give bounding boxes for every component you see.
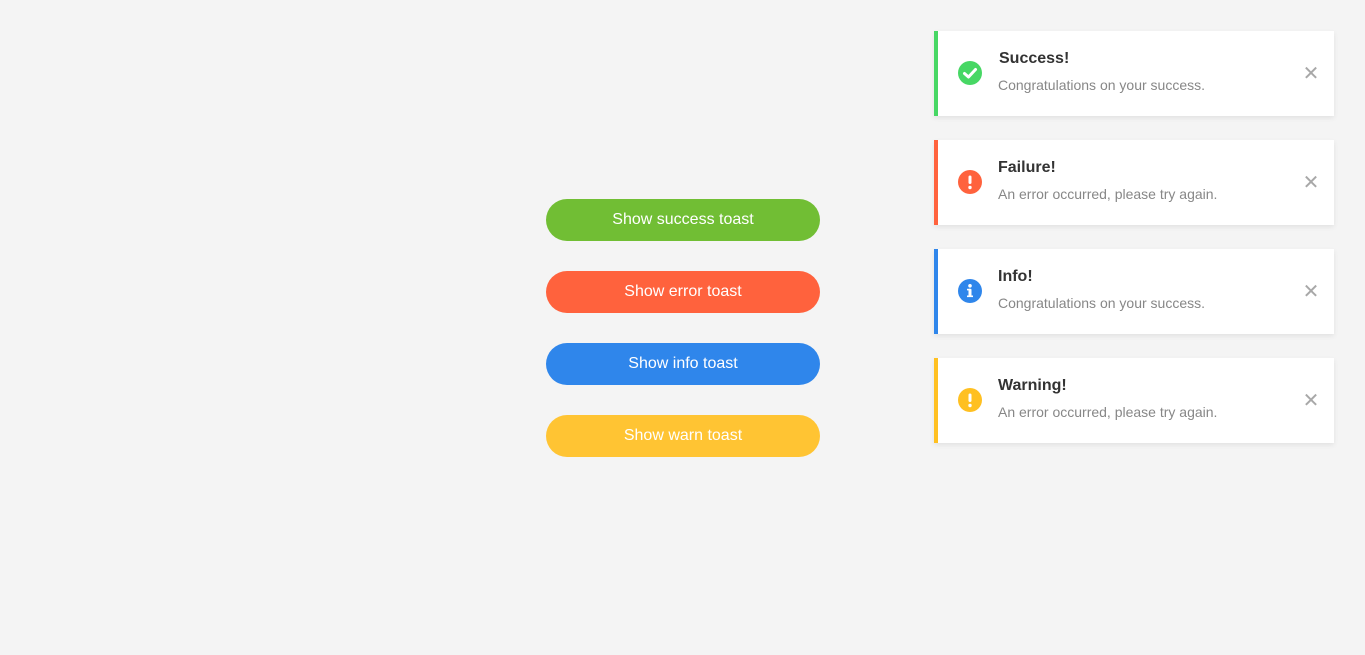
toast-message: Congratulations on your success. (998, 77, 1205, 93)
exclamation-circle-icon (958, 170, 982, 194)
toast-title: Warning! (998, 377, 1067, 394)
show-info-toast-button[interactable]: Show info toast (546, 343, 820, 385)
success-toast: Success! Congratulations on your success… (934, 31, 1334, 116)
close-icon[interactable]: ✕ (1302, 61, 1320, 85)
exclamation-circle-icon (958, 388, 982, 412)
close-icon[interactable]: ✕ (1302, 170, 1320, 194)
toast-message: Congratulations on your success. (998, 295, 1205, 311)
toast-trigger-buttons: Show success toast Show error toast Show… (546, 199, 820, 487)
info-toast: Info! Congratulations on your success. ✕ (934, 249, 1334, 334)
error-toast: Failure! An error occurred, please try a… (934, 140, 1334, 225)
toast-title: Success! (999, 50, 1070, 67)
toast-stack: Success! Congratulations on your success… (934, 31, 1334, 467)
show-success-toast-button[interactable]: Show success toast (546, 199, 820, 241)
close-icon[interactable]: ✕ (1302, 279, 1320, 303)
toast-title: Failure! (998, 159, 1056, 176)
close-icon[interactable]: ✕ (1302, 388, 1320, 412)
show-warn-toast-button[interactable]: Show warn toast (546, 415, 820, 457)
toast-title: Info! (998, 268, 1033, 285)
check-circle-icon (958, 61, 982, 85)
toast-message: An error occurred, please try again. (998, 186, 1218, 202)
page: Show success toast Show error toast Show… (0, 0, 1365, 655)
show-error-toast-button[interactable]: Show error toast (546, 271, 820, 313)
toast-message: An error occurred, please try again. (998, 404, 1218, 420)
info-circle-icon (958, 279, 982, 303)
warning-toast: Warning! An error occurred, please try a… (934, 358, 1334, 443)
